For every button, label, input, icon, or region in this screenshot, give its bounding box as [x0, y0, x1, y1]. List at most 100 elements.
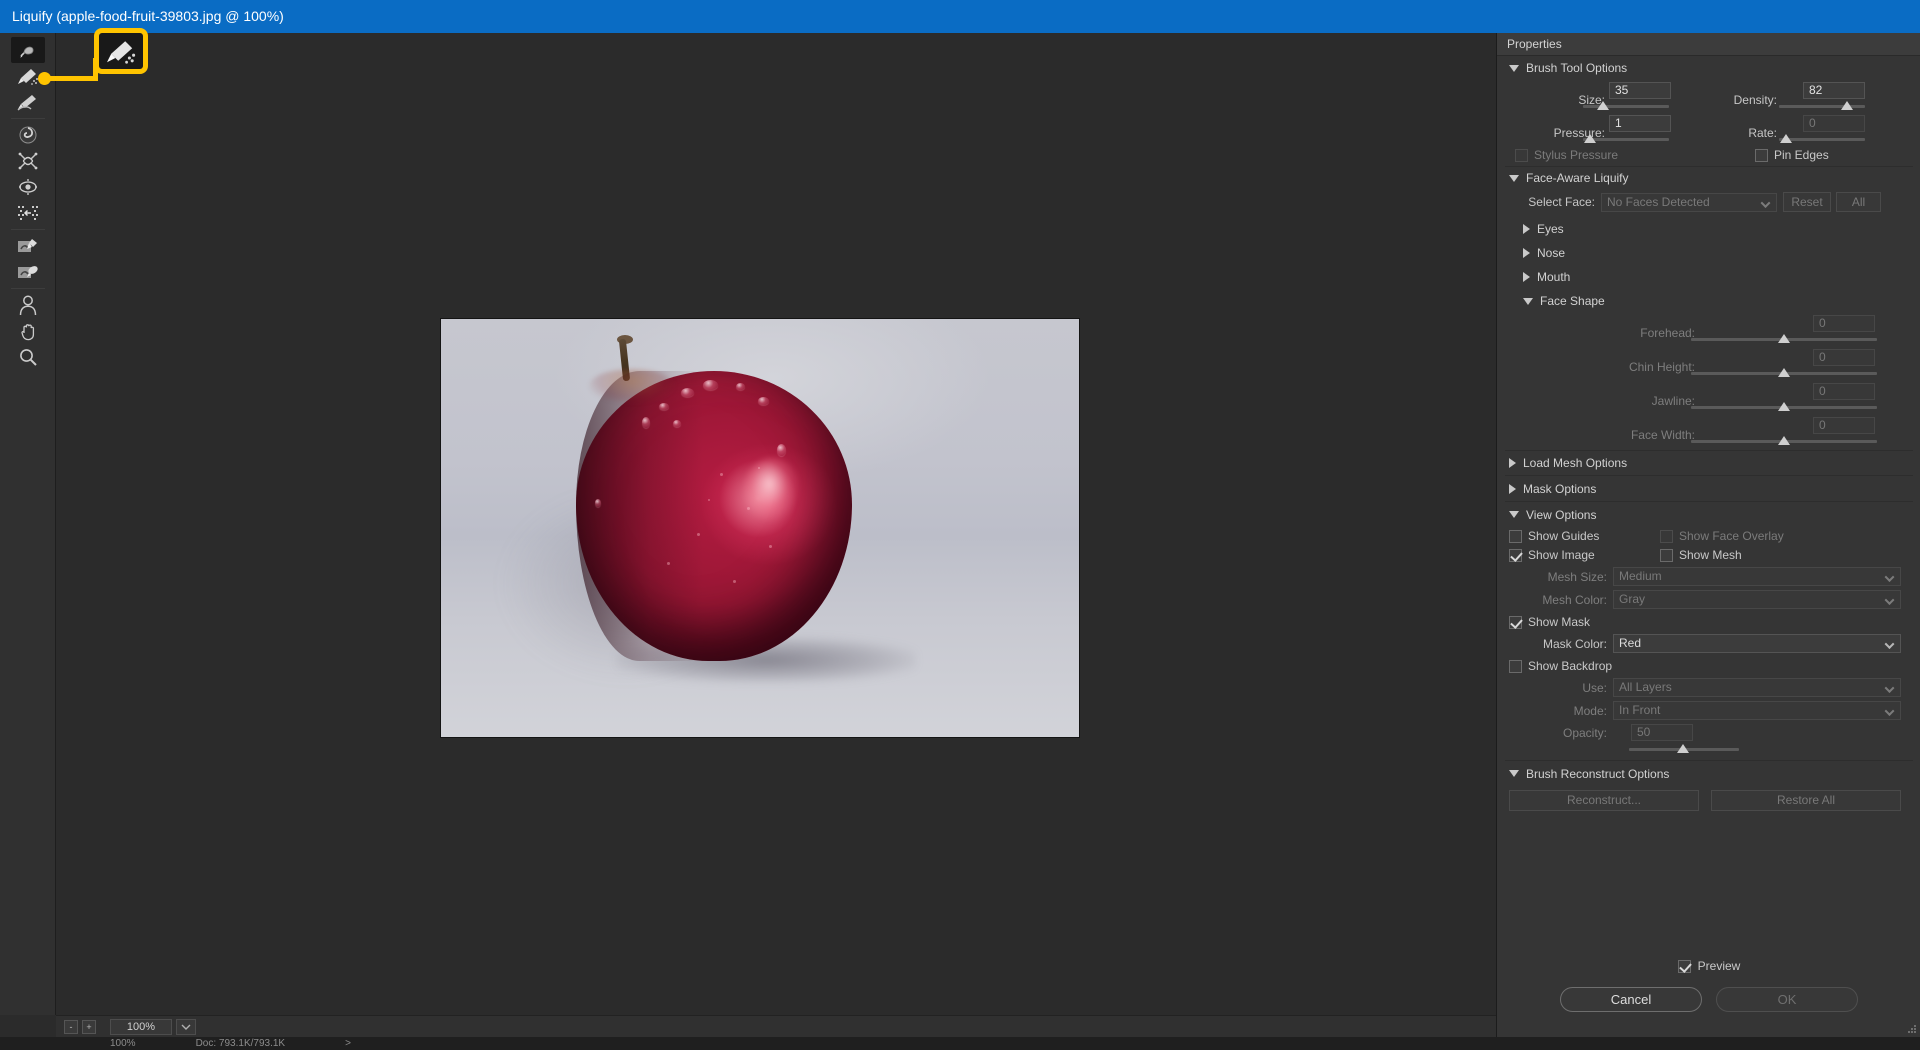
chevron-right-icon[interactable]	[1509, 483, 1516, 494]
section-load-mesh-options: Load Mesh Options	[1505, 451, 1913, 476]
size-input[interactable]: 35	[1609, 82, 1671, 99]
jawline-label: Jawline:	[1651, 394, 1695, 408]
jawline-slider[interactable]	[1691, 402, 1877, 412]
density-input[interactable]: 82	[1803, 82, 1865, 99]
photoshop-status-bar: 100% Doc: 793.1K/793.1K >	[0, 1037, 1920, 1050]
use-dropdown[interactable]: All Layers	[1613, 678, 1901, 697]
stylus-pressure-label: Stylus Pressure	[1534, 148, 1619, 162]
mode-dropdown[interactable]: In Front	[1613, 701, 1901, 720]
jawline-input[interactable]: 0	[1813, 383, 1875, 400]
liquify-canvas[interactable]	[56, 33, 1496, 1015]
section-view-options: View Options Show Guides Show Face Overl…	[1505, 502, 1913, 761]
mask-options-header[interactable]: Mask Options	[1505, 476, 1913, 501]
chin-height-slider[interactable]	[1691, 368, 1877, 378]
rate-slider[interactable]	[1779, 134, 1865, 144]
mesh-size-label: Mesh Size:	[1547, 569, 1607, 584]
tool-thaw-mask[interactable]	[11, 259, 45, 285]
mask-color-dropdown[interactable]: Red	[1613, 634, 1901, 653]
zoom-in-button[interactable]: +	[82, 1019, 96, 1034]
freeze-mask-icon	[17, 239, 37, 252]
ps-zoom-value: 100%	[110, 1038, 136, 1049]
opacity-input[interactable]: 50	[1631, 724, 1693, 741]
chevron-right-icon[interactable]	[1523, 272, 1530, 282]
cancel-button[interactable]: Cancel	[1560, 987, 1702, 1012]
show-guides-checkbox[interactable]	[1509, 529, 1522, 543]
tool-face[interactable]	[11, 292, 45, 318]
tool-smooth[interactable]	[11, 89, 45, 115]
chevron-down-icon[interactable]	[1509, 64, 1519, 72]
zoom-level-value[interactable]: 100%	[110, 1018, 172, 1035]
pressure-input[interactable]: 1	[1609, 115, 1671, 132]
rate-input[interactable]: 0	[1803, 115, 1865, 132]
face-shape-subsection-header[interactable]: Face Shape	[1505, 289, 1913, 313]
mesh-color-dropdown[interactable]: Gray	[1613, 590, 1901, 609]
zoom-out-button[interactable]: -	[64, 1019, 78, 1034]
reconstruct-button[interactable]: Reconstruct...	[1509, 790, 1699, 811]
apple-speck	[708, 498, 711, 501]
brush-tool-options-header[interactable]: Brush Tool Options	[1505, 57, 1913, 79]
chevron-down-icon[interactable]	[1523, 297, 1533, 305]
tool-freeze-mask[interactable]	[11, 233, 45, 259]
zoom-level-dropdown[interactable]	[176, 1018, 196, 1035]
tool-zoom[interactable]	[11, 344, 45, 370]
properties-header: Properties	[1497, 33, 1920, 56]
face-all-button[interactable]: All	[1836, 192, 1881, 212]
ok-button[interactable]: OK	[1716, 987, 1858, 1012]
brush-reconstruct-header[interactable]: Brush Reconstruct Options	[1505, 761, 1913, 786]
show-face-overlay-checkbox[interactable]	[1660, 529, 1673, 543]
eyes-subsection-header[interactable]: Eyes	[1505, 217, 1913, 241]
chin-height-input[interactable]: 0	[1813, 349, 1875, 366]
size-slider[interactable]	[1583, 101, 1669, 111]
image-preview[interactable]	[440, 318, 1080, 738]
eyes-label: Eyes	[1537, 222, 1564, 236]
tool-bloat[interactable]	[11, 174, 45, 200]
chevron-down-icon[interactable]	[1509, 511, 1519, 518]
resize-grip[interactable]	[1907, 1024, 1917, 1034]
chevron-right-icon[interactable]	[1523, 224, 1530, 234]
nose-subsection-header[interactable]: Nose	[1505, 241, 1913, 265]
density-slider[interactable]	[1779, 101, 1865, 111]
show-mesh-checkbox[interactable]	[1660, 548, 1673, 562]
view-options-header[interactable]: View Options	[1505, 502, 1913, 527]
stylus-pressure-checkbox[interactable]	[1515, 148, 1528, 162]
chevron-down-icon	[1884, 639, 1895, 650]
show-backdrop-checkbox[interactable]	[1509, 659, 1522, 673]
chevron-down-icon[interactable]	[1509, 770, 1519, 777]
tool-pucker[interactable]	[11, 148, 45, 174]
forehead-input[interactable]: 0	[1813, 315, 1875, 332]
mesh-size-dropdown[interactable]: Medium	[1613, 567, 1901, 586]
face-aware-header[interactable]: Face-Aware Liquify	[1505, 167, 1913, 189]
forehead-slider[interactable]	[1691, 334, 1877, 344]
brush-tool-options-title: Brush Tool Options	[1526, 61, 1628, 75]
face-width-slider[interactable]	[1691, 436, 1877, 446]
chevron-right-icon[interactable]	[1509, 458, 1516, 468]
pin-edges-checkbox[interactable]	[1755, 148, 1768, 162]
chevron-right-icon[interactable]	[1523, 248, 1530, 258]
thaw-mask-icon	[17, 266, 38, 278]
face-width-input[interactable]: 0	[1813, 417, 1875, 434]
reconstruct-icon	[17, 69, 38, 85]
tool-hand[interactable]	[11, 318, 45, 344]
face-reset-button[interactable]: Reset	[1783, 192, 1831, 212]
chevron-down-icon[interactable]	[1509, 174, 1519, 182]
tool-twirl-clockwise[interactable]	[11, 122, 45, 148]
show-guides-label: Show Guides	[1528, 529, 1600, 543]
water-droplet	[777, 443, 787, 456]
show-mask-checkbox[interactable]	[1509, 615, 1522, 629]
chevron-down-icon	[1884, 572, 1895, 583]
select-face-dropdown[interactable]: No Faces Detected	[1601, 192, 1777, 212]
pucker-icon	[18, 152, 37, 170]
canvas-status-bar: - + 100%	[56, 1015, 1496, 1037]
mask-color-value: Red	[1619, 636, 1642, 650]
tool-forward-warp[interactable]	[10, 37, 45, 63]
pressure-slider[interactable]	[1583, 134, 1669, 144]
tool-push-left[interactable]	[11, 200, 45, 226]
preview-checkbox[interactable]	[1677, 959, 1691, 973]
mouth-label: Mouth	[1537, 270, 1571, 284]
mouth-subsection-header[interactable]: Mouth	[1505, 265, 1913, 289]
pin-edges-label: Pin Edges	[1774, 148, 1829, 162]
restore-all-button[interactable]: Restore All	[1711, 790, 1901, 811]
opacity-slider[interactable]	[1629, 744, 1739, 754]
load-mesh-options-header[interactable]: Load Mesh Options	[1505, 451, 1913, 475]
show-image-checkbox[interactable]	[1509, 548, 1522, 562]
